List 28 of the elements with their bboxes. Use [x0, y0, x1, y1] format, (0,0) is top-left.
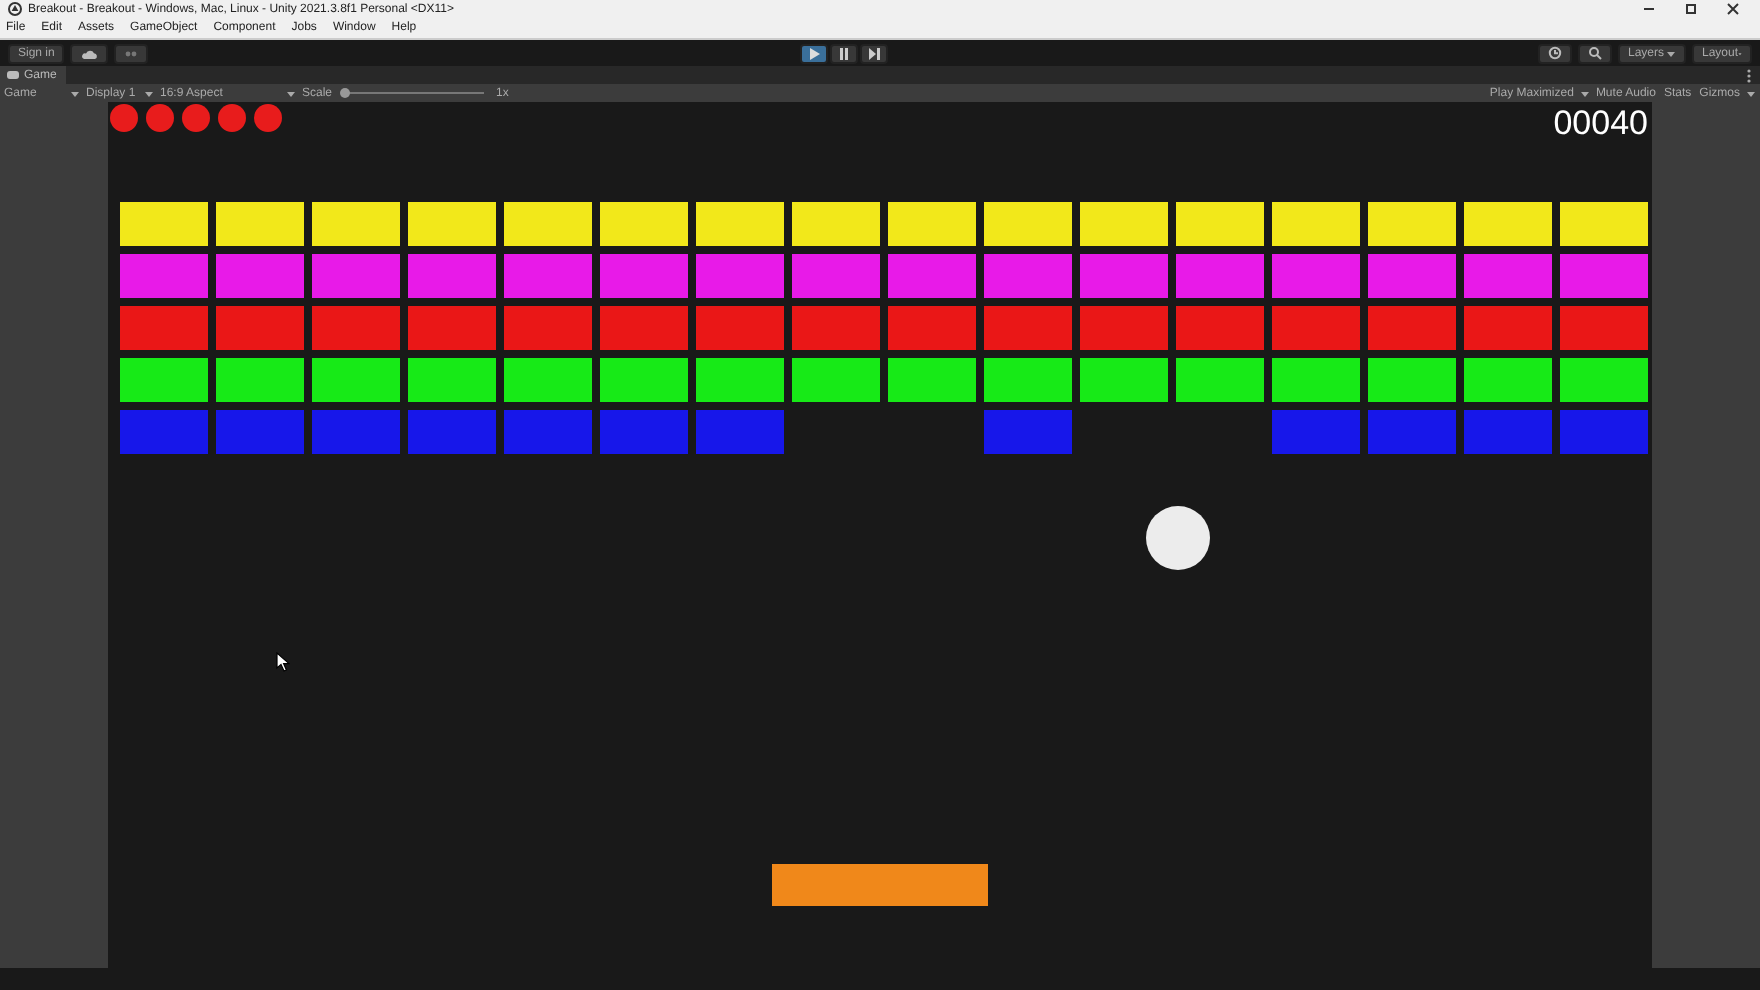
- caret-icon: [1666, 49, 1676, 57]
- caret-icon: [144, 89, 154, 97]
- dots-icon: [124, 47, 139, 59]
- search-button[interactable]: [1578, 43, 1612, 63]
- maximize-icon[interactable]: [1684, 2, 1698, 16]
- gamepad-icon: [6, 70, 20, 80]
- slider-thumb[interactable]: [340, 88, 351, 98]
- caret-icon: [70, 89, 80, 97]
- caret-icon: [1746, 89, 1756, 97]
- app-logo-icon: [8, 2, 22, 16]
- score-text: 00040: [1553, 104, 1648, 144]
- more-icon[interactable]: [1746, 67, 1752, 83]
- collab-button[interactable]: [114, 43, 149, 63]
- ball: [1146, 506, 1210, 570]
- step-icon: [863, 43, 884, 63]
- minimize-icon[interactable]: [1642, 2, 1656, 16]
- play-button[interactable]: [799, 43, 828, 63]
- step-button[interactable]: [859, 43, 888, 63]
- cloud-icon: [80, 47, 99, 59]
- search-icon: [1588, 46, 1602, 60]
- cloud-button[interactable]: [70, 43, 109, 63]
- pause-button[interactable]: [829, 43, 858, 63]
- cursor-icon: [276, 652, 290, 672]
- caret-icon: [1579, 89, 1590, 97]
- caret-icon: [286, 89, 296, 97]
- history-icon: [1548, 46, 1562, 60]
- history-button[interactable]: [1538, 43, 1572, 63]
- close-icon[interactable]: [1726, 2, 1740, 16]
